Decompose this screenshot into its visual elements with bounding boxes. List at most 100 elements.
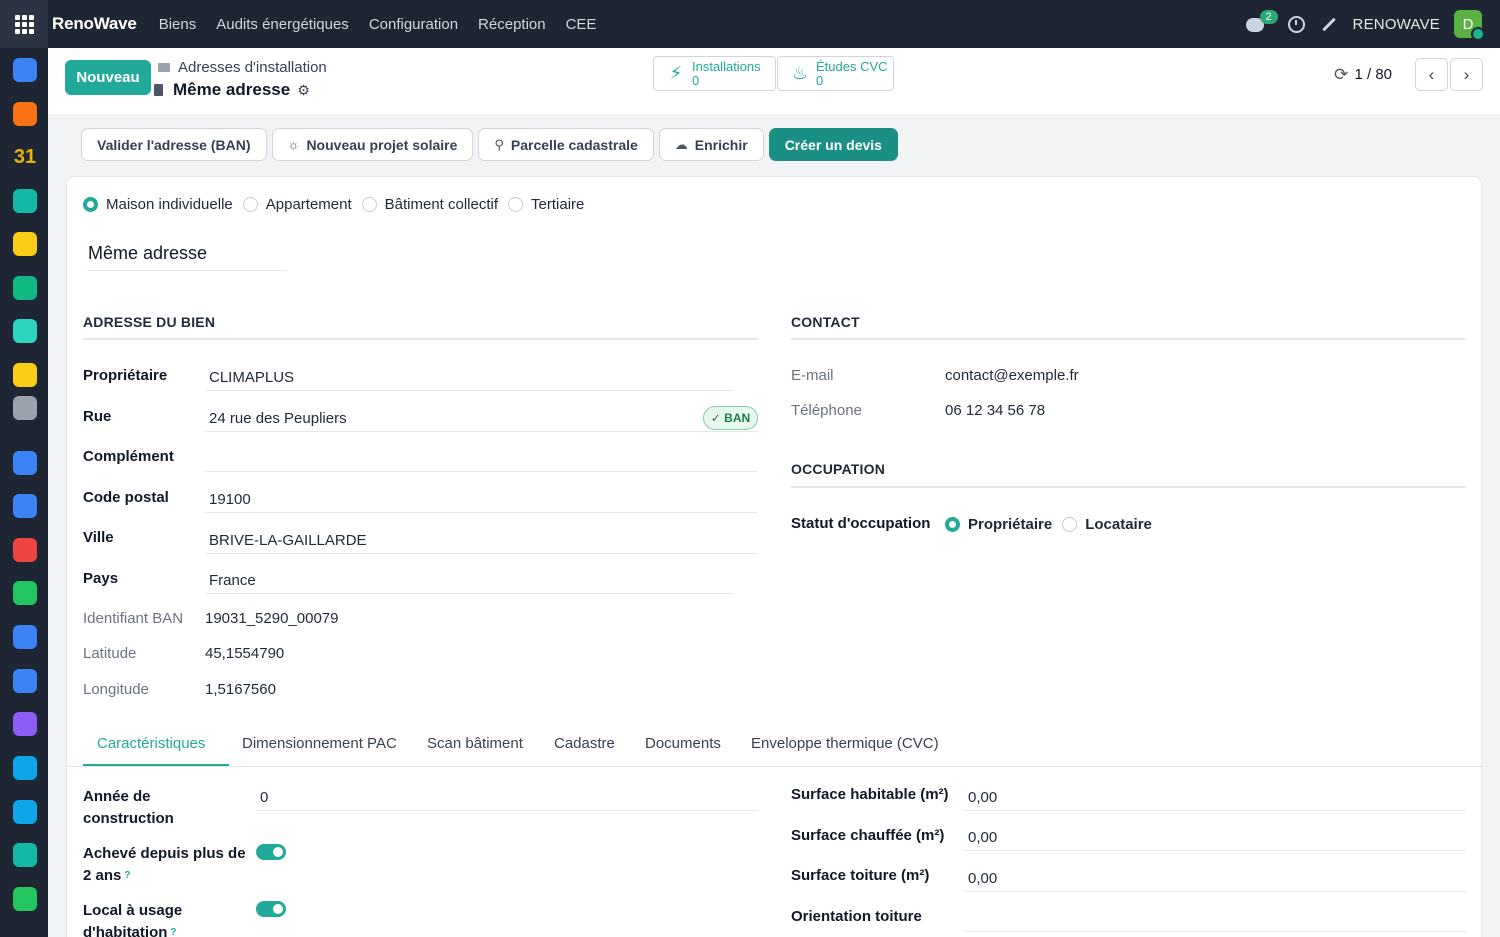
menu-audits[interactable]: Audits énergétiques xyxy=(216,16,349,33)
roof-area-field[interactable]: 0,00 xyxy=(968,870,997,887)
app-icon-17[interactable] xyxy=(13,756,37,780)
ban-id-value: 19031_5290_00079 xyxy=(205,610,339,627)
enrich-button[interactable]: ☁ Enrichir xyxy=(658,128,764,161)
app-icon-10[interactable] xyxy=(13,451,37,475)
validate-address-button[interactable]: Valider l'adresse (BAN) xyxy=(81,128,267,161)
app-icon-4[interactable] xyxy=(13,189,37,213)
radio-tertiaire[interactable] xyxy=(508,197,524,212)
bank-icon[interactable] xyxy=(13,396,37,420)
dashboard-icon[interactable] xyxy=(13,538,37,562)
radio-label[interactable]: Maison individuelle xyxy=(106,196,233,213)
tab-caracteristiques[interactable]: Caractéristiques xyxy=(97,735,205,752)
app-icon-20[interactable] xyxy=(13,887,37,911)
field-underline xyxy=(964,931,1466,932)
street-field[interactable]: 24 rue des Peupliers xyxy=(209,410,347,427)
previous-record-button[interactable]: ‹ xyxy=(1415,58,1448,91)
radio-batiment-collectif[interactable] xyxy=(361,197,377,212)
label-text: 2 ans xyxy=(83,867,122,884)
app-icon-7[interactable] xyxy=(13,319,37,343)
building-type-radio-group: Maison individuelle Appartement Bâtiment… xyxy=(83,196,594,213)
breadcrumb-parent[interactable]: Adresses d'installation xyxy=(178,59,327,76)
residential-use-toggle[interactable] xyxy=(256,901,286,917)
radio-label[interactable]: Locataire xyxy=(1085,516,1152,533)
app-icon-13[interactable] xyxy=(13,581,37,605)
chat-badge: 2 xyxy=(1259,10,1278,24)
city-label: Ville xyxy=(83,529,114,546)
street-label: Rue xyxy=(83,408,112,425)
menu-configuration[interactable]: Configuration xyxy=(369,16,458,33)
menu-biens[interactable]: Biens xyxy=(159,16,197,33)
pager-value[interactable]: 1 / 80 xyxy=(1354,66,1392,83)
new-solar-project-button[interactable]: ☼ Nouveau projet solaire xyxy=(271,128,474,161)
brand-name[interactable]: RenoWave xyxy=(52,14,137,34)
radio-maison[interactable] xyxy=(83,197,98,212)
form-sheet: Maison individuelle Appartement Bâtiment… xyxy=(66,176,1483,937)
construction-year-field[interactable]: 0 xyxy=(260,789,268,806)
country-label: Pays xyxy=(83,570,119,587)
radio-appartement[interactable] xyxy=(242,197,258,212)
ban-validated-badge: ✓ BAN xyxy=(703,406,758,430)
menu-reception[interactable]: Réception xyxy=(478,16,546,33)
tab-documents[interactable]: Documents xyxy=(645,735,721,752)
tab-scan-batiment[interactable]: Scan bâtiment xyxy=(427,735,523,752)
help-tooltip-icon[interactable]: ? xyxy=(170,927,176,937)
tab-enveloppe-thermique[interactable]: Enveloppe thermique (CVC) xyxy=(751,735,939,752)
country-field[interactable]: France xyxy=(209,572,256,589)
city-field[interactable]: BRIVE-LA-GAILLARDE xyxy=(209,532,367,549)
radio-proprietaire[interactable] xyxy=(945,517,960,532)
app-icon-18[interactable] xyxy=(13,800,37,824)
app-icon-15[interactable] xyxy=(13,669,37,693)
record-title-row: Même adresse ⚙ xyxy=(154,80,310,100)
action-label: Créer un devis xyxy=(784,136,882,153)
new-button[interactable]: Nouveau xyxy=(65,60,151,95)
app-icon-1[interactable] xyxy=(13,58,37,82)
app-icon-2[interactable] xyxy=(13,102,37,126)
tab-dimensionnement-pac[interactable]: Dimensionnement PAC xyxy=(242,735,397,752)
apps-menu-button[interactable] xyxy=(0,0,48,48)
radio-locataire[interactable] xyxy=(1062,517,1078,532)
activity-clock-icon[interactable] xyxy=(1287,15,1305,33)
action-label: Nouveau projet solaire xyxy=(306,136,458,153)
app-icon-19[interactable] xyxy=(13,843,37,867)
radio-label[interactable]: Appartement xyxy=(266,196,352,213)
magic-wand-icon[interactable] xyxy=(1321,17,1336,31)
name-field[interactable]: Même adresse xyxy=(87,243,287,271)
planning-icon[interactable] xyxy=(13,625,37,649)
menu-cee[interactable]: CEE xyxy=(566,16,597,33)
field-underline xyxy=(205,512,758,513)
phone-value[interactable]: 06 12 34 56 78 xyxy=(945,402,1045,419)
etudes-cvc-smart-button[interactable]: ♨ Études CVC 0 xyxy=(777,56,894,91)
user-avatar[interactable]: D xyxy=(1454,10,1485,41)
contacts-icon[interactable] xyxy=(13,276,37,300)
app-icon-5[interactable] xyxy=(13,232,37,256)
installations-smart-button[interactable]: ⚡ Installations 0 xyxy=(653,56,776,91)
tab-cadastre[interactable]: Cadastre xyxy=(554,735,615,752)
calendar-31-icon[interactable]: 31 xyxy=(13,145,37,169)
notebook-tabs: Caractéristiques Dimensionnement PAC Sca… xyxy=(67,725,1483,767)
action-label: Valider l'adresse (BAN) xyxy=(97,136,251,153)
refresh-icon[interactable]: ⟳ xyxy=(1334,65,1348,85)
calendar-icon[interactable] xyxy=(13,494,37,518)
field-underline xyxy=(205,471,758,472)
radio-label[interactable]: Propriétaire xyxy=(968,516,1052,533)
roof-area-label: Surface toiture (m²) xyxy=(791,867,930,884)
company-switcher[interactable]: RENOWAVE xyxy=(1353,16,1440,33)
messaging-button[interactable]: 2 xyxy=(1245,10,1278,36)
next-record-button[interactable]: › xyxy=(1450,58,1483,91)
postal-code-field[interactable]: 19100 xyxy=(209,491,251,508)
app-icon-8[interactable] xyxy=(13,363,37,387)
owner-field[interactable]: CLIMAPLUS xyxy=(209,369,294,386)
achieved-toggle[interactable] xyxy=(256,844,286,860)
gear-icon[interactable]: ⚙ xyxy=(297,82,310,99)
radio-label[interactable]: Tertiaire xyxy=(531,196,584,213)
email-value[interactable]: contact@exemple.fr xyxy=(945,367,1079,384)
cadastral-parcel-button[interactable]: ⚲ Parcelle cadastrale xyxy=(478,128,654,161)
heated-area-field[interactable]: 0,00 xyxy=(968,829,997,846)
smart-label: Installations xyxy=(692,58,761,74)
living-area-field[interactable]: 0,00 xyxy=(968,789,997,806)
radio-label[interactable]: Bâtiment collectif xyxy=(385,196,498,213)
create-quote-button[interactable]: Créer un devis xyxy=(768,128,898,161)
app-icon-16[interactable] xyxy=(13,712,37,736)
help-tooltip-icon[interactable]: ? xyxy=(124,870,130,881)
longitude-value: 1,5167560 xyxy=(205,681,276,698)
